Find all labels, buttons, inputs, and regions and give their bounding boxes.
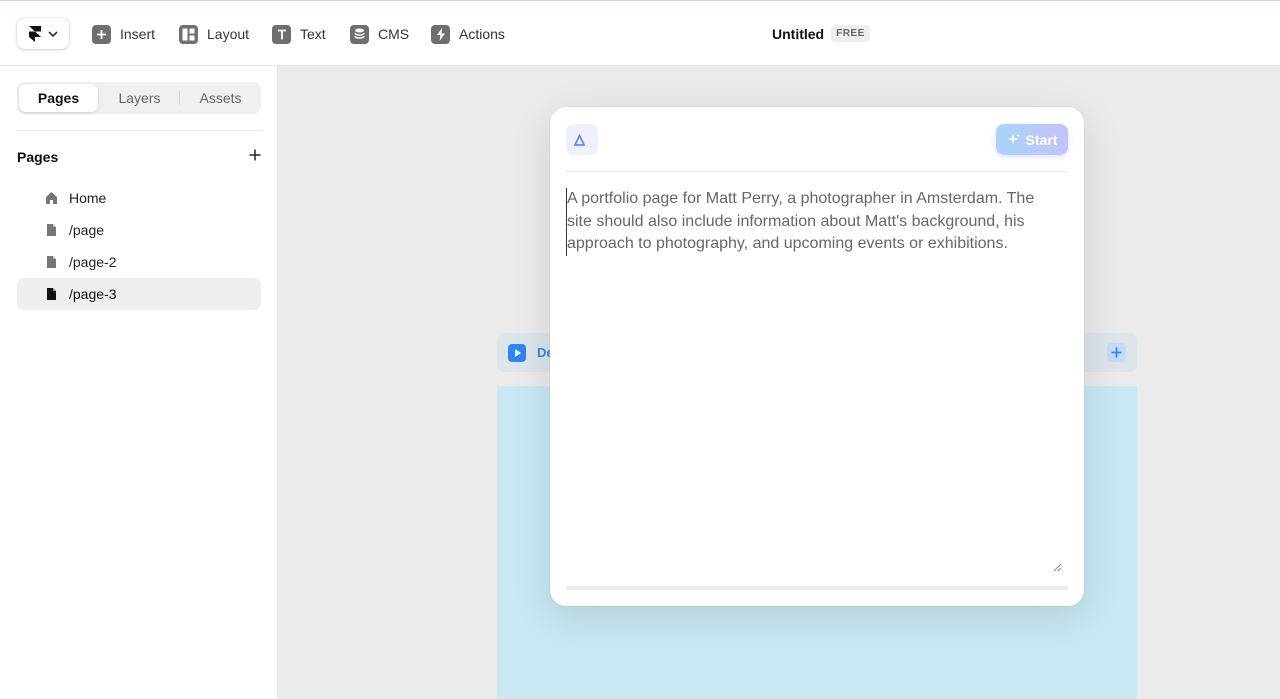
add-breakpoint-button[interactable] xyxy=(1107,343,1126,362)
plan-badge: FREE xyxy=(831,25,870,42)
page-item-page[interactable]: /page xyxy=(17,214,261,246)
file-icon xyxy=(47,288,56,300)
sparkle-icon xyxy=(1007,133,1020,144)
page-item-page-3[interactable]: /page-3 xyxy=(17,278,261,310)
tab-assets[interactable]: Assets xyxy=(181,84,260,112)
file-icon xyxy=(47,256,56,268)
framer-logo-icon xyxy=(28,25,41,42)
resize-handle-icon[interactable] xyxy=(1052,562,1062,572)
cms-label: CMS xyxy=(378,26,410,42)
tab-layers[interactable]: Layers xyxy=(100,84,179,112)
progress-track xyxy=(566,586,1068,590)
actions-button[interactable]: Actions xyxy=(431,23,505,45)
project-title: Untitled xyxy=(772,25,825,42)
cms-button[interactable]: CMS xyxy=(350,23,409,45)
divider xyxy=(566,171,1068,172)
app-menu-button[interactable] xyxy=(17,18,69,49)
tab-divider xyxy=(179,91,180,105)
prompt-text: A portfolio page for Matt Perry, a photo… xyxy=(567,190,1035,252)
prompt-textarea[interactable]: A portfolio page for Matt Perry, a photo… xyxy=(566,188,1056,256)
plus-icon xyxy=(92,24,111,44)
ai-icon xyxy=(566,124,598,155)
actions-label: Actions xyxy=(459,26,505,42)
insert-button[interactable]: Insert xyxy=(92,23,155,45)
document-title[interactable]: Untitled FREE xyxy=(772,25,870,42)
page-item-home[interactable]: Home xyxy=(17,182,261,214)
start-button[interactable]: Start xyxy=(996,124,1068,155)
play-icon[interactable] xyxy=(508,344,526,362)
sidebar-tab-bar: Pages Layers Assets xyxy=(17,82,261,114)
text-icon xyxy=(272,24,291,44)
layout-label: Layout xyxy=(207,26,250,42)
text-label: Text xyxy=(300,26,326,42)
ai-logo-icon xyxy=(574,133,589,146)
page-item-label: /page-3 xyxy=(69,286,117,302)
start-label: Start xyxy=(1025,131,1058,148)
text-button[interactable]: Text xyxy=(272,23,326,45)
plus-icon xyxy=(249,149,261,161)
add-page-button[interactable] xyxy=(246,146,264,164)
tab-pages[interactable]: Pages xyxy=(19,84,98,112)
layout-icon xyxy=(179,24,198,44)
pages-section-title: Pages xyxy=(17,149,59,165)
left-sidebar: Pages Layers Assets Pages Home /page /pa… xyxy=(0,66,278,699)
chevron-down-icon xyxy=(47,30,58,37)
page-item-page-2[interactable]: /page-2 xyxy=(17,246,261,278)
layout-button[interactable]: Layout xyxy=(179,23,249,45)
plus-icon xyxy=(1111,347,1122,358)
bolt-icon xyxy=(431,24,450,44)
ai-prompt-modal: Start A portfolio page for Matt Perry, a… xyxy=(550,107,1084,606)
top-toolbar: Insert Layout Text CMS Actions Untitled … xyxy=(0,0,1280,66)
file-icon xyxy=(47,224,56,236)
page-item-label: /page-2 xyxy=(69,254,117,270)
insert-label: Insert xyxy=(120,26,156,42)
home-icon xyxy=(46,192,57,204)
database-icon xyxy=(350,24,369,44)
page-item-label: Home xyxy=(69,190,107,206)
page-item-label: /page xyxy=(69,222,105,238)
divider xyxy=(17,130,261,131)
